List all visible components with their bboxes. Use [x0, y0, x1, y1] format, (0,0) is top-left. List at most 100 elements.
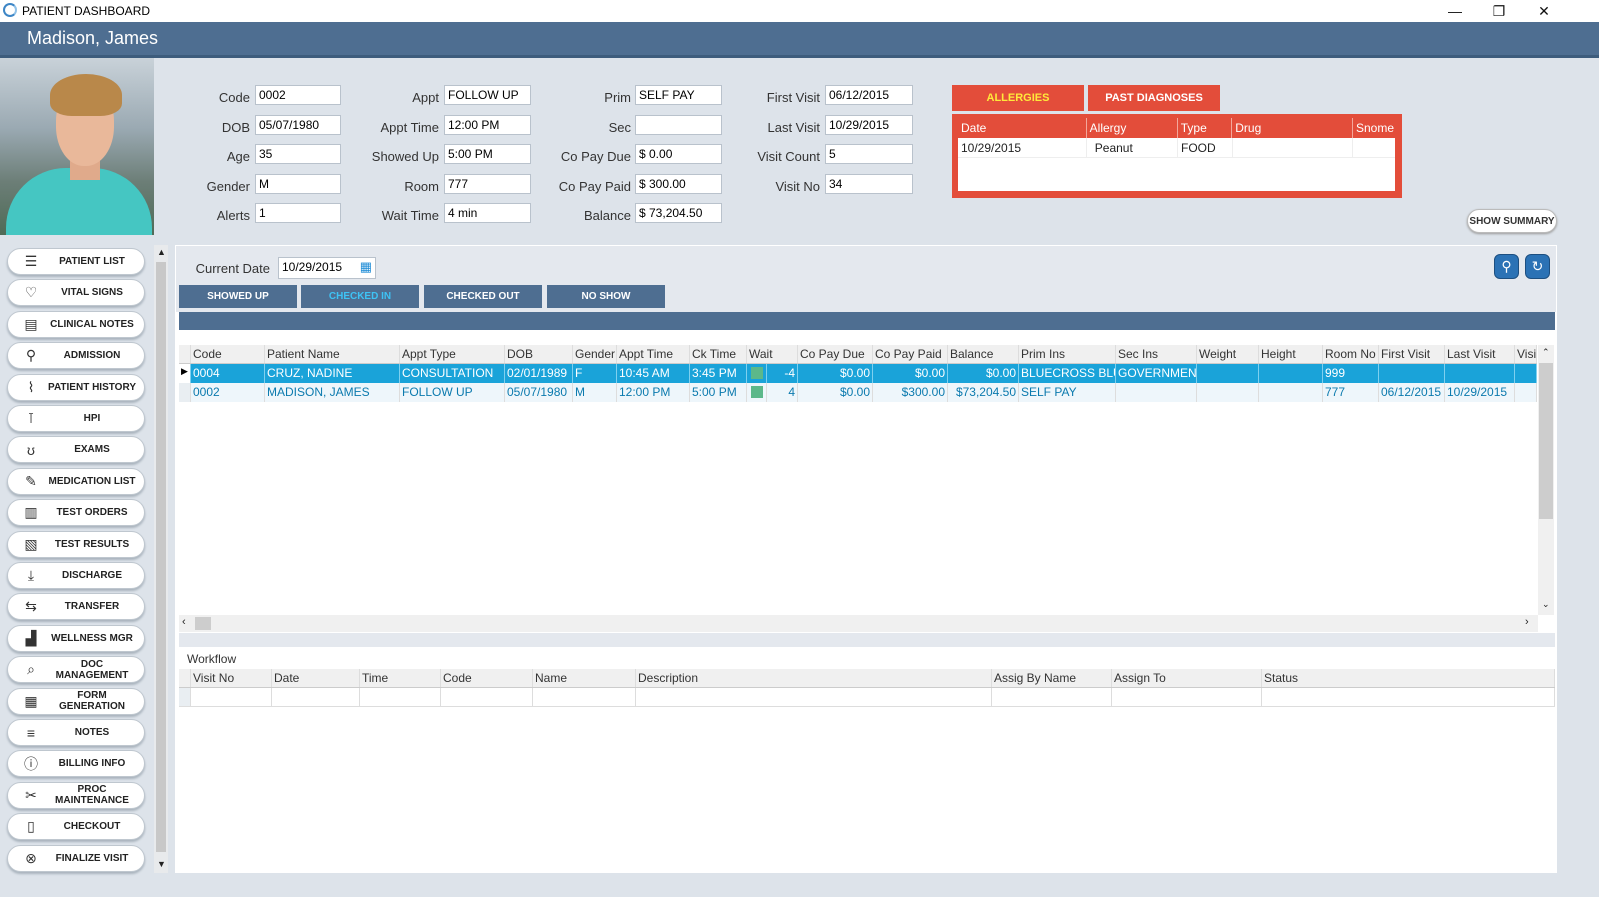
workflow-col-date[interactable]: Date	[272, 669, 360, 687]
co-pay-paid-field[interactable]: $ 300.00	[635, 173, 722, 194]
workflow-empty-row[interactable]	[179, 688, 1555, 707]
gender-field[interactable]: M	[255, 173, 341, 194]
scroll-left-icon[interactable]: ‹	[182, 616, 186, 628]
column-header-appt-time[interactable]: Appt Time	[617, 345, 690, 363]
minimize-button[interactable]: —	[1432, 0, 1478, 22]
tab-checked-in[interactable]: CHECKED IN	[301, 285, 419, 308]
workflow-col-status[interactable]: Status	[1262, 669, 1555, 687]
sidebar-item-billing-info[interactable]: ⓘ BILLING INFO	[7, 750, 145, 778]
column-header-visi[interactable]: Visi	[1515, 345, 1537, 363]
tab-allergies[interactable]: ALLERGIES	[952, 85, 1084, 111]
workflow-col-time[interactable]: Time	[360, 669, 441, 687]
chart-icon: ⌇	[27, 378, 35, 395]
row-selector[interactable]	[179, 383, 191, 402]
sidebar-item-transfer[interactable]: ⇆ TRANSFER	[7, 593, 145, 621]
wait-time-field[interactable]: 4 min	[444, 203, 531, 223]
refresh-icon[interactable]: ↻	[1525, 254, 1550, 279]
sidebar-item-notes[interactable]: ≡ NOTES	[7, 719, 145, 746]
sidebar-item-clinical-notes[interactable]: ▤ CLINICAL NOTES	[7, 310, 145, 338]
table-row[interactable]: 0002 MADISON, JAMES FOLLOW UP 05/07/1980 M 12…	[179, 383, 1537, 402]
workflow-col-assign-to[interactable]: Assign To	[1112, 669, 1262, 687]
column-header-room-no[interactable]: Room No	[1323, 345, 1379, 363]
column-header-wait[interactable]: Wait	[747, 345, 798, 363]
row-pointer-icon[interactable]: ▶	[179, 364, 191, 383]
dob-field[interactable]: 05/07/1980	[255, 114, 341, 135]
sidebar-item-exams[interactable]: ʊ EXAMS	[7, 436, 145, 464]
scroll-up-icon[interactable]: ⌃	[1542, 347, 1550, 358]
column-header-code[interactable]: Code	[191, 345, 265, 363]
column-header-weight[interactable]: Weight	[1197, 345, 1259, 363]
column-header-sec-ins[interactable]: Sec Ins	[1116, 345, 1197, 363]
tab-past-diagnoses[interactable]: PAST DIAGNOSES	[1088, 85, 1220, 111]
calendar-icon[interactable]: ▦	[360, 259, 372, 275]
column-header-patient-name[interactable]: Patient Name	[265, 345, 400, 363]
tab-showed-up[interactable]: SHOWED UP	[179, 285, 297, 308]
appt-time-field[interactable]: 12:00 PM	[444, 114, 531, 135]
sidebar-item-vital-signs[interactable]: ♡ VITAL SIGNS	[7, 279, 145, 307]
sidebar-item-admission[interactable]: ⚲ ADMISSION	[7, 342, 145, 370]
column-header-appt-type[interactable]: Appt Type	[400, 345, 505, 363]
table-row[interactable]: 10/29/2015 Peanut FOOD	[958, 138, 1395, 158]
column-header-last-visit[interactable]: Last Visit	[1445, 345, 1515, 363]
alerts-field[interactable]: 1	[255, 203, 341, 223]
grid-hscroll-thumb[interactable]	[195, 617, 211, 630]
first-visit-field[interactable]: 06/12/2015	[825, 85, 913, 105]
sidebar-scroll-thumb[interactable]	[156, 262, 166, 852]
workflow-col-description[interactable]: Description	[636, 669, 992, 687]
sec-field[interactable]	[635, 114, 722, 135]
room-field[interactable]: 777	[444, 173, 531, 194]
scroll-down-icon[interactable]: ▼	[157, 859, 166, 869]
showed-up-field[interactable]: 5:00 PM	[444, 144, 531, 164]
table-row[interactable]: ▶ 0004 CRUZ, NADINE CONSULTATION 02/01/1989 F…	[179, 364, 1537, 383]
column-header-first-visit[interactable]: First Visit	[1379, 345, 1445, 363]
search-icon[interactable]: ⚲	[1494, 254, 1519, 279]
workflow-col-name[interactable]: Name	[533, 669, 636, 687]
tab-no-show[interactable]: NO SHOW	[547, 285, 665, 308]
workflow-col-assig-by-name[interactable]: Assig By Name	[992, 669, 1112, 687]
close-button[interactable]: ✕	[1521, 0, 1567, 22]
grid-vscroll-thumb[interactable]	[1539, 363, 1553, 519]
sidebar-item-hpi[interactable]: ⊺ HPI	[7, 405, 145, 432]
tab-checked-out[interactable]: CHECKED OUT	[424, 285, 542, 308]
column-header-co-pay-paid[interactable]: Co Pay Paid	[873, 345, 948, 363]
sidebar-item-checkout[interactable]: ▯ CHECKOUT	[7, 813, 145, 841]
scroll-right-icon[interactable]: ›	[1525, 616, 1529, 628]
show-summary-button[interactable]: SHOW SUMMARY	[1467, 209, 1557, 233]
prim-field[interactable]: SELF PAY	[635, 85, 722, 105]
code-field[interactable]: 0002	[255, 85, 341, 105]
workflow-col-visit-no[interactable]: Visit No	[191, 669, 272, 687]
grid-vscrollbar[interactable]: ⌃ ⌄	[1538, 345, 1554, 615]
sidebar-item-finalize-visit[interactable]: ⊗ FINALIZE VISIT	[7, 844, 145, 872]
column-header-gender[interactable]: Gender	[573, 345, 617, 363]
showed-up-label: Showed Up	[371, 149, 439, 164]
co-pay-due-field[interactable]: $ 0.00	[635, 144, 722, 164]
column-header-co-pay-due[interactable]: Co Pay Due	[798, 345, 873, 363]
last-visit-field[interactable]: 10/29/2015	[825, 114, 913, 135]
sidebar-item-form-generation[interactable]: ▦ FORM GENERATION	[7, 687, 145, 715]
column-header-dob[interactable]: DOB	[505, 345, 573, 363]
sidebar-item-wellness-mgr[interactable]: ▟ WELLNESS MGR	[7, 624, 145, 652]
workflow-col-code[interactable]: Code	[441, 669, 533, 687]
grid-hscrollbar[interactable]: ‹ ›	[179, 615, 1538, 632]
sidebar-item-test-results[interactable]: ▧ TEST RESULTS	[7, 530, 145, 558]
visit-count-field[interactable]: 5	[825, 144, 913, 164]
sidebar-item-discharge[interactable]: ⤓ DISCHARGE	[7, 562, 145, 589]
sidebar-item-patient-list[interactable]: ☰ PATIENT LIST	[7, 248, 145, 275]
age-field[interactable]: 35	[255, 144, 341, 164]
column-header-ck-time[interactable]: Ck Time	[690, 345, 747, 363]
column-header-height[interactable]: Height	[1259, 345, 1323, 363]
sidebar-item-test-orders[interactable]: ▥ TEST ORDERS	[7, 499, 145, 527]
sidebar-item-doc-management[interactable]: ⌕ DOC MANAGEMENT	[7, 656, 145, 684]
balance-field[interactable]: $ 73,204.50	[635, 203, 722, 223]
sidebar-item-medication-list[interactable]: ✎ MEDICATION LIST	[7, 467, 145, 495]
current-date-field[interactable]: 10/29/2015 ▦	[278, 257, 376, 279]
sidebar-item-patient-history[interactable]: ⌇ PATIENT HISTORY	[7, 373, 145, 401]
restore-button[interactable]: ❐	[1476, 0, 1522, 22]
column-header-balance[interactable]: Balance	[948, 345, 1019, 363]
scroll-up-icon[interactable]: ▲	[157, 247, 166, 257]
sidebar-item-proc-maintenance[interactable]: ✂ PROC MAINTENANCE	[7, 781, 145, 809]
column-header-prim-ins[interactable]: Prim Ins	[1019, 345, 1116, 363]
visit-no-field[interactable]: 34	[825, 173, 913, 194]
appt-field[interactable]: FOLLOW UP	[444, 85, 531, 105]
scroll-down-icon[interactable]: ⌄	[1542, 599, 1550, 610]
